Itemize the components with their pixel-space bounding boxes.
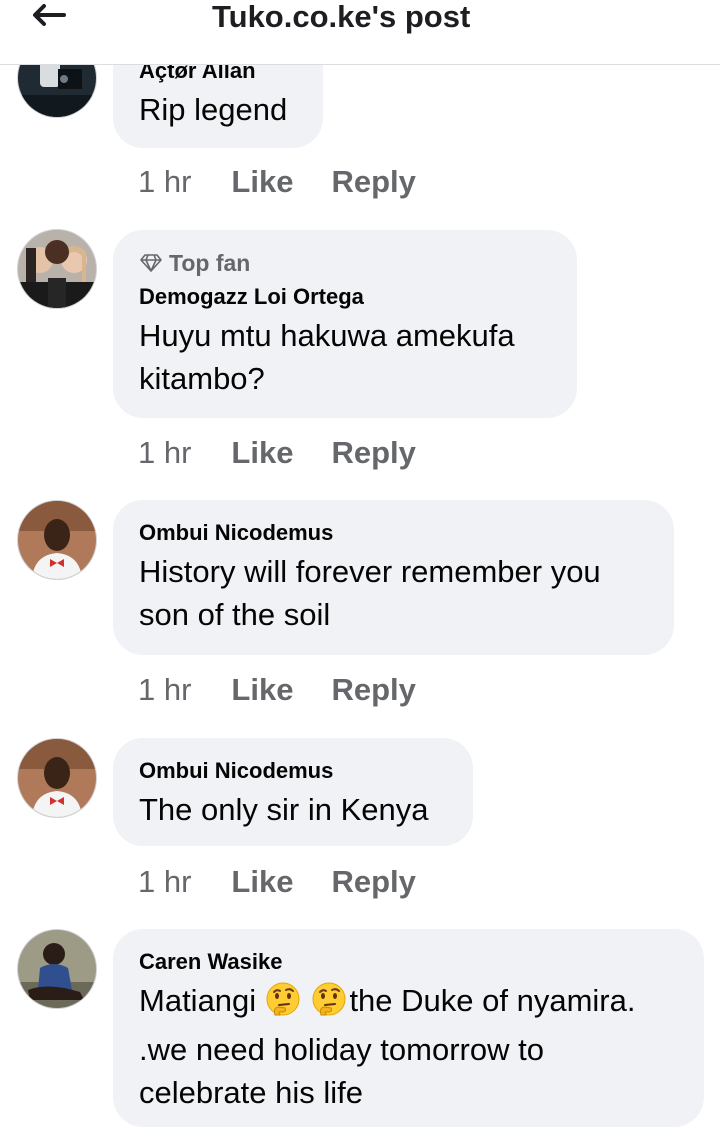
comment-time: 1 hr (138, 164, 192, 199)
back-button[interactable] (28, 0, 68, 30)
like-button[interactable]: Like (231, 164, 293, 200)
top-fan-badge: Top fan (139, 248, 250, 278)
comment-actions: 1 hr Like Reply (138, 433, 416, 473)
comment-author[interactable]: Caren Wasike (139, 949, 282, 975)
arrow-left-icon (33, 4, 66, 26)
comment-text: The only sir in Kenya (139, 792, 429, 827)
comment-time: 1 hr (138, 672, 192, 707)
reply-button[interactable]: Reply (331, 864, 415, 900)
comment-author[interactable]: Ombui Nicodemus (139, 758, 333, 784)
page-title: Tuko.co.ke's post (212, 0, 471, 34)
top-fan-label: Top fan (169, 249, 251, 276)
comment-text: Huyu mtu hakuwa amekufa kitambo? (139, 318, 515, 396)
comment-bubble: Top fan Demogazz Loi Ortega Huyu mtu hak… (113, 230, 577, 418)
comment-text: Matiangi the Duke of nyamira. .we need h… (139, 981, 636, 1110)
reply-button[interactable]: Reply (331, 164, 415, 200)
comment-author[interactable]: Demogazz Loi Ortega (139, 284, 364, 310)
comment-actions: 1 hr Like Reply (138, 862, 416, 902)
comment-text: History will forever remember you son of… (139, 554, 601, 632)
avatar[interactable] (17, 500, 97, 580)
avatar[interactable] (17, 738, 97, 818)
reply-button[interactable]: Reply (331, 435, 415, 471)
top-bar: Tuko.co.ke's post (0, 0, 720, 65)
comment-bubble: Ombui Nicodemus The only sir in Kenya (113, 738, 473, 846)
thinking-face-icon (311, 981, 347, 1028)
comment-time: 1 hr (138, 435, 192, 470)
like-button[interactable]: Like (231, 864, 293, 900)
diamond-icon (139, 253, 163, 273)
comment-bubble: Caren Wasike Matiangi the Duke of nyamir… (113, 929, 704, 1127)
comment-bubble: Ombui Nicodemus History will forever rem… (113, 500, 674, 655)
comment-actions: 1 hr Like Reply (138, 162, 416, 202)
comment-author[interactable]: Ombui Nicodemus (139, 520, 333, 546)
comment-text: Rip legend (139, 92, 288, 127)
avatar[interactable] (17, 229, 97, 309)
like-button[interactable]: Like (231, 435, 293, 471)
comment-time: 1 hr (138, 864, 192, 899)
avatar[interactable] (17, 929, 97, 1009)
reply-button[interactable]: Reply (331, 672, 415, 708)
comment-actions: 1 hr Like Reply (138, 670, 416, 710)
thinking-face-icon (265, 981, 301, 1028)
like-button[interactable]: Like (231, 672, 293, 708)
